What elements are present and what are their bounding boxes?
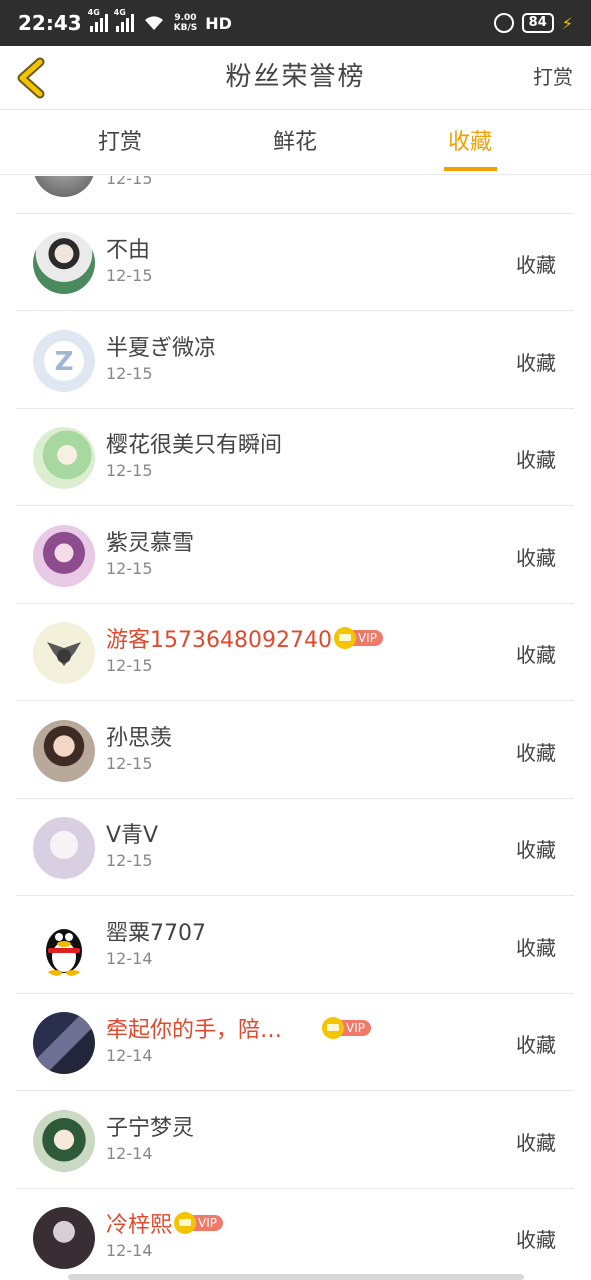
charging-icon: ⚡ (561, 13, 573, 33)
svg-text:Z: Z (55, 347, 74, 377)
list-item-date: 12-15 (106, 364, 153, 383)
list-item[interactable]: V青V 12-15 收藏 (16, 799, 574, 896)
list-item-action: 收藏 (516, 643, 556, 667)
list-item-name: 不由 (106, 238, 151, 263)
signal-icon: 4G (114, 8, 134, 32)
list-item-date: 12-15 (106, 176, 153, 188)
avatar (33, 427, 95, 489)
tab-favorites[interactable]: 收藏 (430, 111, 510, 175)
crown-icon (333, 627, 356, 649)
tab-reward[interactable]: 打赏 (80, 111, 160, 175)
list-item-name: 罂粟7707 (106, 921, 206, 946)
active-tab-indicator (444, 167, 497, 171)
list-item-action: 收藏 (516, 741, 556, 765)
list-item-name: 冷梓熙 VIP (106, 1207, 223, 1239)
list-item[interactable]: 樱花很美只有瞬间 12-15 收藏 (16, 409, 574, 506)
vip-badge: VIP (174, 1212, 223, 1234)
list-item-action: 收藏 (516, 1033, 556, 1057)
list-item[interactable]: 12-15 (16, 176, 574, 214)
avatar (33, 1012, 95, 1074)
vip-badge: VIP (333, 627, 383, 649)
fan-list[interactable]: 12-15 不由 12-15 收藏 Z 半夏ぎ微凉 12-15 收藏 樱花很美只… (16, 176, 574, 1280)
hd-indicator: HD (205, 13, 232, 33)
crown-icon (174, 1212, 197, 1234)
list-item-date: 12-15 (106, 656, 153, 675)
avatar (33, 232, 95, 294)
list-item-date: 12-15 (106, 559, 153, 578)
list-item[interactable]: 游客1573648092740 VIP 12-15 收藏 (16, 604, 574, 701)
list-item-name: 紫灵慕雪 (106, 531, 195, 556)
avatar (33, 817, 95, 879)
list-item-action: 收藏 (516, 253, 556, 277)
list-item-action: 收藏 (516, 448, 556, 472)
list-item-name: 牵起你的手，陪… VIP (106, 1012, 371, 1044)
list-item[interactable]: Z 半夏ぎ微凉 12-15 收藏 (16, 312, 574, 409)
list-item[interactable]: 罂粟7707 12-14 收藏 (16, 897, 574, 994)
reward-button[interactable]: 打赏 (533, 46, 573, 108)
app-header: 粉丝荣誉榜 打赏 (0, 46, 591, 110)
avatar (33, 525, 95, 587)
list-item[interactable]: 孙思羡 12-15 收藏 (16, 702, 574, 799)
qq-default-icon: Z (33, 330, 95, 392)
list-item-action: 收藏 (516, 351, 556, 375)
list-item-date: 12-14 (106, 949, 153, 968)
list-item-name: 孙思羡 (106, 726, 173, 751)
avatar (33, 720, 95, 782)
list-item-date: 12-15 (106, 754, 153, 773)
list-item[interactable]: 冷梓熙 VIP 12-14 收藏 (16, 1189, 574, 1280)
list-item-action: 收藏 (516, 936, 556, 960)
avatar (33, 176, 95, 197)
list-item[interactable]: 紫灵慕雪 12-15 收藏 (16, 507, 574, 604)
list-item-date: 12-15 (106, 266, 153, 285)
tab-bar: 打赏 鲜花 收藏 (0, 111, 591, 175)
vip-badge: VIP (322, 1017, 371, 1039)
avatar (33, 1207, 95, 1269)
battery-indicator: 84 (521, 13, 554, 33)
list-item-date: 12-14 (106, 1144, 153, 1163)
list-item-name: 子宁梦灵 (106, 1116, 195, 1141)
list-item[interactable]: 不由 12-15 收藏 (16, 214, 574, 311)
list-item-date: 12-14 (106, 1046, 153, 1065)
signal-icon: 4G (88, 8, 108, 32)
list-item-date: 12-15 (106, 851, 153, 870)
list-item-action: 收藏 (516, 546, 556, 570)
network-speed: 9.00 KB/S (173, 13, 198, 33)
list-item-date: 12-15 (106, 461, 153, 480)
alarm-icon (493, 13, 514, 33)
status-time: 22:43 (18, 11, 82, 35)
list-item-action: 收藏 (516, 1131, 556, 1155)
qq-penguin-icon (33, 915, 95, 977)
list-item[interactable]: 子宁梦灵 12-14 收藏 (16, 1092, 574, 1189)
list-item-name: V青V (106, 823, 159, 848)
avatar (33, 1110, 95, 1172)
page-title: 粉丝荣誉榜 (225, 62, 366, 92)
list-item-action: 收藏 (516, 1228, 556, 1252)
scroll-indicator (68, 1274, 524, 1280)
tab-flowers[interactable]: 鲜花 (255, 111, 335, 175)
crown-icon (322, 1017, 345, 1039)
list-item-name: 樱花很美只有瞬间 (106, 433, 283, 458)
list-item[interactable]: 牵起你的手，陪… VIP 12-14 收藏 (16, 994, 574, 1091)
list-item-action: 收藏 (516, 838, 556, 862)
wifi-icon (144, 16, 163, 30)
list-item-name: 游客1573648092740 VIP (106, 622, 383, 654)
status-bar: 22:43 4G 4G 9.00 KB/S HD 84 ⚡ (0, 0, 591, 46)
list-item-date: 12-14 (106, 1241, 153, 1260)
avatar (33, 622, 95, 684)
list-item-name: 半夏ぎ微凉 (106, 336, 217, 361)
